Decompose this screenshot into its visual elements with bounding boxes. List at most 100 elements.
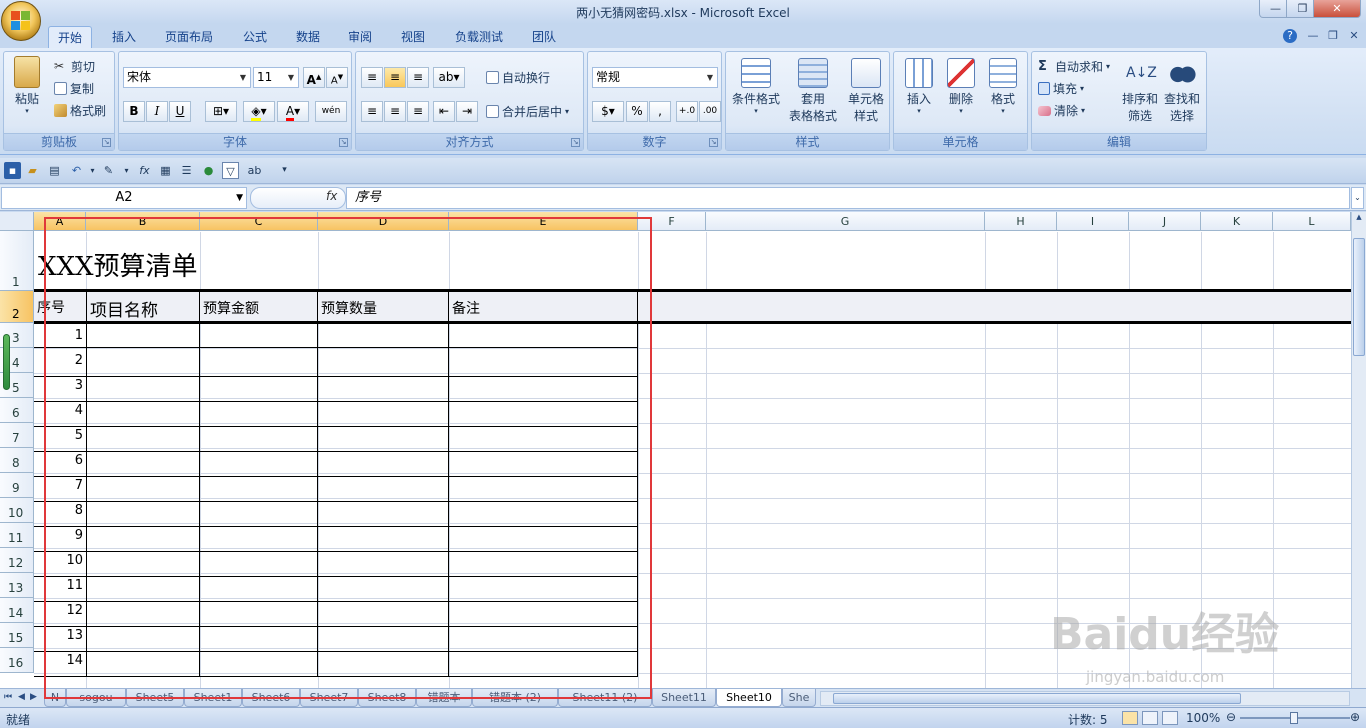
row-header-7[interactable]: 7 <box>0 423 34 448</box>
column-header-d[interactable]: D <box>318 212 449 231</box>
align-right-button[interactable]: ≡ <box>407 101 429 122</box>
comma-button[interactable]: , <box>649 101 671 122</box>
column-header-k[interactable]: K <box>1201 212 1273 231</box>
page-layout-view-button[interactable] <box>1142 711 1158 725</box>
vertical-scrollbar[interactable]: ▲ <box>1351 212 1366 688</box>
alignment-launcher-icon[interactable]: ↘ <box>571 138 580 147</box>
percent-button[interactable]: % <box>626 101 648 122</box>
font-launcher-icon[interactable]: ↘ <box>339 138 348 147</box>
italic-button[interactable]: I <box>146 101 168 122</box>
sheet-tab[interactable]: 错题本 (2) <box>472 689 558 707</box>
sheet-title-cell[interactable]: XXX预算清单 <box>38 246 198 283</box>
autosum-button[interactable]: Σ 自动求和 ▾ <box>1038 58 1110 75</box>
table-row-number[interactable]: 2 <box>36 353 83 368</box>
column-header-e[interactable]: E <box>449 212 638 231</box>
table-row-number[interactable]: 13 <box>36 628 83 643</box>
phonetic-button[interactable]: wén <box>315 101 347 122</box>
ribbon-minimize-icon[interactable]: — <box>1306 29 1320 43</box>
delete-cells-button[interactable]: 删除 ▾ <box>942 58 980 115</box>
tab-formulas[interactable]: 公式 <box>235 26 275 48</box>
column-header-b[interactable]: B <box>86 212 200 231</box>
format-cells-button[interactable]: 格式 ▾ <box>984 58 1022 115</box>
column-header-g[interactable]: G <box>706 212 985 231</box>
prev-sheet-icon[interactable]: ◀ <box>18 692 25 702</box>
conditional-format-button[interactable]: 条件格式 ▾ <box>730 58 782 115</box>
underline-button[interactable]: U <box>169 101 191 122</box>
globe-icon[interactable]: ● <box>200 162 217 179</box>
row-header-13[interactable]: 13 <box>0 573 34 598</box>
header-cell-index[interactable]: 序号 <box>37 297 65 317</box>
header-cell-budget-amount[interactable]: 预算金额 <box>203 298 259 318</box>
increase-indent-button[interactable]: ⇥ <box>456 101 478 122</box>
row-header-6[interactable]: 6 <box>0 398 34 423</box>
table-row-number[interactable]: 10 <box>36 553 83 568</box>
row-header-14[interactable]: 14 <box>0 598 34 623</box>
tab-view[interactable]: 视图 <box>393 26 433 48</box>
sheet-tab[interactable]: Sheet5 <box>126 689 184 707</box>
function-icon[interactable]: fx <box>136 162 153 179</box>
first-sheet-icon[interactable]: ⏮ <box>4 692 12 702</box>
fill-button[interactable]: 填充 ▾ <box>1038 80 1084 97</box>
align-left-button[interactable]: ≡ <box>361 101 383 122</box>
sort-filter-button[interactable]: A↓Z 排序和 筛选 <box>1120 58 1160 124</box>
font-name-select[interactable]: 宋体 ▼ <box>123 67 251 88</box>
font-size-select[interactable]: 11 ▼ <box>253 67 299 88</box>
table-row-number[interactable]: 5 <box>36 428 83 443</box>
zoom-slider-thumb[interactable] <box>1290 712 1298 724</box>
expand-formula-bar-icon[interactable]: ⌄ <box>1351 187 1364 209</box>
row-header-16[interactable]: 16 <box>0 648 34 673</box>
table-row-number[interactable]: 3 <box>36 378 83 393</box>
horizontal-scroll-thumb[interactable] <box>833 693 1241 704</box>
vertical-scroll-thumb[interactable] <box>1353 238 1365 356</box>
row-header-2[interactable]: 2 <box>0 291 34 323</box>
row-header-9[interactable]: 9 <box>0 473 34 498</box>
column-header-l[interactable]: L <box>1273 212 1351 231</box>
cut-button[interactable]: ✂ 剪切 <box>54 58 95 75</box>
align-middle-button[interactable]: ≡ <box>384 67 406 88</box>
table-row-number[interactable]: 12 <box>36 603 83 618</box>
insert-cells-button[interactable]: 插入 ▾ <box>900 58 938 115</box>
zoom-out-icon[interactable]: ⊖ <box>1226 710 1236 724</box>
table-row-number[interactable]: 11 <box>36 578 83 593</box>
row-header-8[interactable]: 8 <box>0 448 34 473</box>
column-header-c[interactable]: C <box>200 212 318 231</box>
tab-page-layout[interactable]: 页面布局 <box>158 26 220 48</box>
number-launcher-icon[interactable]: ↘ <box>709 138 718 147</box>
rows-icon[interactable]: ☰ <box>178 162 195 179</box>
orientation-button[interactable]: ab▾ <box>433 67 465 88</box>
column-header-a[interactable]: A <box>34 212 86 231</box>
font-color-button[interactable]: A▾ <box>277 101 309 122</box>
header-cell-budget-quantity[interactable]: 预算数量 <box>321 298 377 318</box>
format-painter-button[interactable]: 格式刷 <box>54 102 106 119</box>
paste-button[interactable]: 粘贴 ▾ <box>10 56 44 115</box>
row-header-15[interactable]: 15 <box>0 623 34 648</box>
column-header-h[interactable]: H <box>985 212 1057 231</box>
table-row-number[interactable]: 6 <box>36 453 83 468</box>
row-header-10[interactable]: 10 <box>0 498 34 523</box>
tab-data[interactable]: 数据 <box>288 26 328 48</box>
office-button[interactable] <box>1 1 41 41</box>
sheet-tab[interactable]: Sheet11 <box>652 689 716 707</box>
tab-team[interactable]: 团队 <box>524 26 564 48</box>
clipboard-launcher-icon[interactable]: ↘ <box>102 138 111 147</box>
align-bottom-button[interactable]: ≡ <box>407 67 429 88</box>
sheet-tab[interactable]: sogou <box>66 689 126 707</box>
grow-font-button[interactable]: A▲ <box>303 67 325 88</box>
merge-center-button[interactable]: 合并后居中 ▾ <box>486 103 569 120</box>
insert-function-button[interactable]: fx <box>326 189 337 203</box>
tab-review[interactable]: 审阅 <box>340 26 380 48</box>
ribbon-restore-icon[interactable]: ❐ <box>1326 29 1340 43</box>
decrease-indent-button[interactable]: ⇤ <box>433 101 455 122</box>
format-as-table-button[interactable]: 套用 表格格式 <box>784 58 842 124</box>
table-row-number[interactable]: 1 <box>36 328 83 343</box>
text-direction-icon[interactable]: ab <box>246 162 263 179</box>
formula-input[interactable]: 序号 <box>346 187 1350 209</box>
sheet-tab[interactable]: Sheet7 <box>300 689 358 707</box>
increase-decimal-button[interactable]: +.0 <box>676 101 698 122</box>
cell-styles-button[interactable]: 单元格 样式 <box>844 58 888 124</box>
header-cell-remarks[interactable]: 备注 <box>452 298 480 318</box>
close-button[interactable]: ✕ <box>1313 0 1361 18</box>
select-all-corner[interactable] <box>0 212 34 231</box>
bold-button[interactable]: B <box>123 101 145 122</box>
table-row-number[interactable]: 4 <box>36 403 83 418</box>
